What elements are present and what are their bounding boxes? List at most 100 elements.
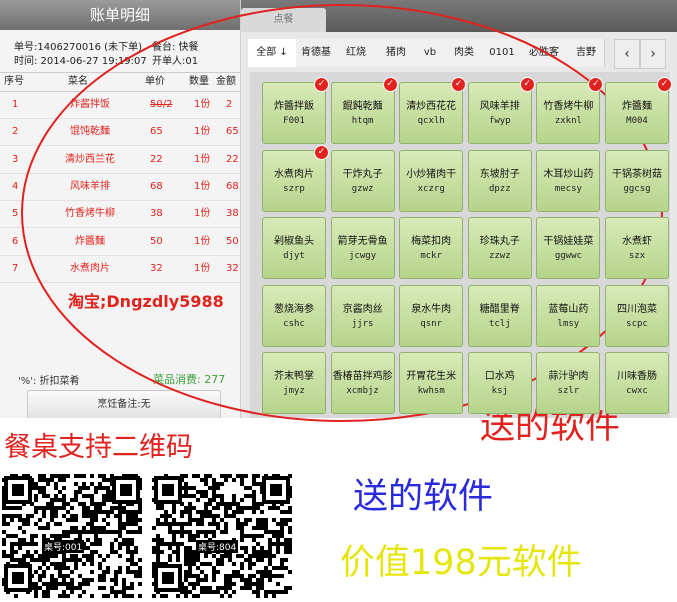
dish-name: 餛飩乾麵 [342, 101, 383, 112]
dish-name: 川味香肠 [617, 371, 657, 382]
dish-code: cwxc [626, 386, 648, 396]
table-row[interactable]: 1 炸酱拌饭 50/2 1份 2 [0, 91, 240, 119]
dish-button[interactable]: 东坡肘子 dpzz [467, 149, 532, 212]
dish-button[interactable]: 糖醋里脊 tclj [467, 284, 532, 347]
dish-name: 炸醬拌飯 [274, 101, 314, 112]
cooking-remark-button[interactable]: 烹饪备注:无 [27, 390, 221, 420]
dish-button[interactable]: 箭芽无骨鱼 jcwgy [330, 217, 395, 279]
dish-code: htqm [351, 116, 374, 126]
bill-cell-no: 7 [12, 262, 19, 274]
dish-code: kwhsm [417, 386, 445, 396]
qr-code-icon: 桌号:001 [2, 474, 144, 598]
dish-name: 东坡肘子 [479, 168, 520, 180]
dish-button[interactable]: 蒜汁驴肉 szlr [536, 352, 601, 414]
dish-button[interactable]: 梅菜扣肉 mckr [399, 217, 464, 279]
dish-name: 开胃花生米 [406, 371, 457, 382]
dish-code: djyt [283, 251, 305, 261]
bill-cell-price: 50 [150, 235, 163, 247]
dish-name: 干锅娃娃菜 [543, 236, 594, 247]
bill-cell-amount: 65 [226, 126, 239, 138]
bill-cell-price: 50/2 [150, 99, 173, 110]
dish-button[interactable]: 蓝莓山药 lmsy [536, 284, 601, 347]
bill-cell-name: 竹香烤牛柳 [65, 208, 115, 220]
checkmark-icon: ✓ [382, 77, 398, 92]
table-row[interactable]: 4 风味羊排 68 1份 68 [0, 173, 240, 201]
dish-name: 珍珠丸子 [479, 236, 520, 247]
dish-button[interactable]: 剁椒鱼头 djyt [262, 217, 326, 279]
table-row[interactable]: 3 清炒西兰花 22 1份 22 [0, 146, 240, 174]
dish-button[interactable]: 开胃花生米 kwhsm [399, 352, 464, 414]
dish-button[interactable]: 小炒猪肉干 xczrg [399, 149, 464, 212]
dish-code: zxknl [554, 116, 582, 126]
dish-button[interactable]: 炸醬麵 M004 ✓ [605, 77, 672, 144]
bill-cell-qty: 1份 [194, 235, 211, 247]
table-row[interactable]: 2 馄饨乾麵 65 1份 65 [0, 118, 240, 147]
dish-button[interactable]: 川味香肠 cwxc [605, 352, 669, 414]
checkmark-icon: ✓ [314, 144, 329, 160]
dish-name: 水煮虾 [622, 236, 652, 247]
dish-button[interactable]: 木耳炒山药 mecsy [536, 149, 601, 212]
qr-table-label: 桌号:001 [42, 540, 85, 553]
bill-cell-qty: 1份 [194, 99, 211, 110]
dish-name: 箭芽无骨鱼 [337, 236, 388, 247]
table-row[interactable]: 6 炸醬麵 50 1份 50 [0, 228, 240, 256]
dish-name: 泉水牛肉 [411, 303, 452, 315]
dish-button[interactable]: 泉水牛肉 qsnr [399, 284, 464, 347]
category-tab[interactable]: vb [416, 39, 445, 67]
dish-code: qsnr [420, 318, 443, 329]
promo-line-3: 价值198元软件 [340, 543, 582, 583]
dish-button[interactable]: 干炸丸子 gzwz [330, 149, 395, 212]
bill-cell-name: 水煮肉片 [70, 262, 110, 274]
dish-button[interactable]: 风味羊排 fwyp ✓ [467, 77, 535, 144]
tab-order[interactable]: 点餐 [241, 8, 326, 32]
dish-code: gzwz [351, 183, 374, 194]
dish-button[interactable]: 竹香烤牛柳 zxknl ✓ [536, 77, 604, 144]
bill-cell-qty: 1份 [194, 208, 211, 220]
dish-name: 水煮肉片 [274, 168, 314, 180]
bill-cell-no: 6 [12, 235, 19, 247]
dish-code: xcmbjz [346, 386, 379, 396]
bill-cell-name: 馄饨乾麵 [70, 126, 110, 138]
dish-name: 四川泡菜 [617, 303, 657, 315]
dish-code: tclj [488, 318, 511, 329]
bill-cell-qty: 1份 [194, 153, 211, 165]
col-name: 菜名 [68, 76, 88, 87]
chevron-left-icon[interactable]: ‹ [614, 39, 640, 69]
dish-button[interactable]: 清炒西花花 qcxlh ✓ [399, 77, 467, 144]
chevron-right-icon[interactable]: › [640, 39, 666, 69]
category-tab[interactable]: 肉类 [444, 39, 485, 67]
dish-button[interactable]: 餛飩乾麵 htqm ✓ [330, 77, 398, 144]
dish-button[interactable]: 香椿苗拌鸡胗 xcmbjz [330, 352, 395, 414]
dish-code: dpzz [488, 183, 511, 194]
category-tab[interactable]: 猪肉 [376, 39, 417, 67]
dish-button[interactable]: 干锅娃娃菜 ggwwc [536, 217, 601, 279]
category-tab[interactable]: 必胜客 [520, 39, 569, 67]
dish-button[interactable]: 口水鸡 ksj [467, 352, 532, 414]
dish-name: 清炒西花花 [406, 101, 457, 112]
dish-code: fwyp [488, 116, 511, 126]
dish-button[interactable]: 四川泡菜 scpc [605, 284, 669, 347]
table-row[interactable]: 5 竹香烤牛柳 38 1份 38 [0, 200, 240, 229]
dish-button[interactable]: 水煮虾 szx [605, 217, 669, 279]
category-tab[interactable]: 吉野 [568, 39, 605, 67]
dish-button[interactable]: 珍珠丸子 zzwz [467, 217, 532, 279]
dish-button[interactable]: 芥末鸭掌 jmyz [262, 352, 326, 414]
category-tab[interactable]: 红烧 [336, 39, 377, 67]
dish-button[interactable]: 干锅茶树菇 ggcsg [605, 149, 669, 212]
category-tab[interactable]: 0101 [484, 39, 521, 67]
checkmark-icon: ✓ [519, 77, 535, 92]
dish-button[interactable]: 京酱肉丝 jjrs [330, 284, 395, 347]
category-tab[interactable]: 肯德基 [296, 39, 337, 67]
bill-cell-name: 风味羊排 [70, 180, 110, 192]
table-row[interactable]: 7 水煮肉片 32 1份 32 [0, 255, 240, 283]
dish-button[interactable]: 葱烧海参 cshc [262, 284, 326, 347]
bill-cell-amount: 2 [226, 99, 233, 110]
dish-name: 葱烧海参 [274, 303, 314, 315]
category-tab[interactable]: 全部 ↓ [248, 39, 297, 67]
bill-cell-name: 炸酱拌饭 [70, 99, 110, 110]
dish-button[interactable]: 水煮肉片 szrp ✓ [262, 144, 329, 212]
col-qty: 数量 [189, 76, 209, 87]
dish-name: 剁椒鱼头 [274, 236, 314, 247]
dish-button[interactable]: 炸醬拌飯 F001 ✓ [262, 77, 329, 144]
col-amount: 金额 [216, 76, 236, 87]
